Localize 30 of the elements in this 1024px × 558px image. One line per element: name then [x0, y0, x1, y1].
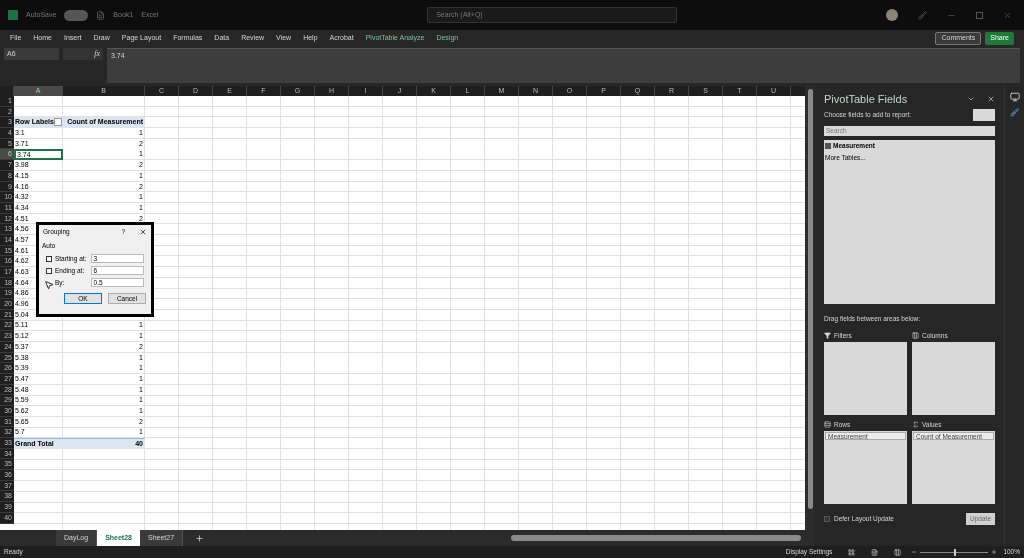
function-button[interactable]: fx: [63, 48, 103, 60]
panel-title: PivotTable Fields: [824, 91, 909, 107]
zoom-thumb[interactable]: [954, 548, 957, 556]
checkbox[interactable]: [825, 142, 831, 149]
checkbox[interactable]: [46, 267, 52, 274]
rows-icon: [824, 421, 831, 429]
vertical-scrollbar[interactable]: [805, 86, 815, 530]
autosave-toggle[interactable]: [64, 9, 89, 21]
excel-logo-icon: [8, 10, 18, 20]
filter-dropdown[interactable]: [54, 118, 62, 127]
checkbox[interactable]: [824, 515, 830, 522]
add-sheet-icon[interactable]: [195, 533, 205, 543]
avatar[interactable]: [886, 9, 898, 21]
horizontal-scrollbar[interactable]: [511, 535, 801, 541]
page-break-icon[interactable]: [894, 548, 902, 556]
mouse-cursor-icon: [44, 280, 54, 290]
scrollbar-thumb[interactable]: [807, 89, 813, 509]
restore-icon[interactable]: [976, 11, 983, 19]
filter-icon: [824, 332, 831, 340]
normal-view-icon[interactable]: [848, 548, 856, 556]
close-icon[interactable]: [139, 228, 147, 236]
page-layout-icon[interactable]: [871, 548, 879, 556]
dropdown-icon[interactable]: [967, 95, 975, 103]
column-header-bar: [791, 86, 805, 96]
sigma-icon: [912, 421, 919, 429]
brush-icon[interactable]: [1010, 108, 1019, 117]
document-icon[interactable]: [96, 10, 106, 20]
checkbox[interactable]: [46, 255, 52, 262]
columns-icon: [912, 332, 919, 340]
zoom-in-icon[interactable]: [991, 549, 998, 555]
